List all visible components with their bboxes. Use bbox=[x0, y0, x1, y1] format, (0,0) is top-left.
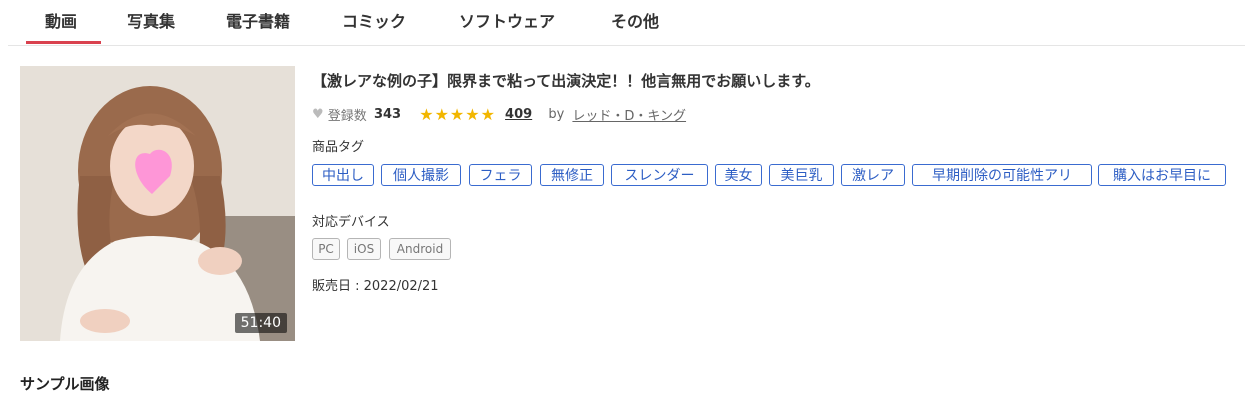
active-tab-indicator bbox=[26, 41, 101, 44]
star-icon: ★ bbox=[434, 105, 450, 124]
tags-heading: 商品タグ bbox=[312, 140, 365, 155]
tag-item[interactable]: 早期削除の可能性アリ bbox=[912, 164, 1092, 186]
device-badge-pc: PC bbox=[312, 238, 340, 260]
tag-item[interactable]: 中出し bbox=[312, 164, 374, 186]
registrations-label: 登録数 bbox=[327, 109, 367, 124]
tag-item[interactable]: 美女 bbox=[715, 164, 762, 186]
star-icon: ★ bbox=[449, 105, 466, 124]
tab-divider bbox=[8, 45, 1245, 46]
star-icon: ★ bbox=[465, 105, 481, 124]
tab-software[interactable]: ソフトウェア bbox=[459, 8, 555, 32]
tab-ebook[interactable]: 電子書籍 bbox=[226, 8, 290, 32]
review-count-link[interactable]: 409 bbox=[505, 107, 532, 122]
tab-photobook[interactable]: 写真集 bbox=[127, 8, 175, 32]
tab-video[interactable]: 動画 bbox=[45, 8, 77, 32]
category-tab-bar: 動画 写真集 電子書籍 コミック ソフトウェア その他 bbox=[0, 0, 1253, 46]
tag-list: 中出し 個人撮影 フェラ 無修正 スレンダー 美女 美巨乳 激レア 早期削除の可… bbox=[312, 164, 1247, 190]
device-badge-ios: iOS bbox=[347, 238, 381, 260]
release-date: 販売日 : 2022/02/21 bbox=[312, 279, 439, 294]
tag-item[interactable]: 購入はお早目に bbox=[1098, 164, 1226, 186]
star-icon: ★ bbox=[419, 105, 435, 124]
tag-item[interactable]: フェラ bbox=[469, 164, 532, 186]
tag-item[interactable]: 激レア bbox=[841, 164, 905, 186]
tag-item[interactable]: スレンダー bbox=[611, 164, 708, 186]
author-link[interactable]: レッド・D・キング bbox=[572, 109, 686, 124]
star-icon: ★ bbox=[480, 105, 496, 124]
thumbnail-image bbox=[20, 66, 295, 341]
product-meta-row: ♥ 登録数 343 ★★★★★ 409 by レッド・D・キング bbox=[312, 105, 686, 125]
tab-comic[interactable]: コミック bbox=[342, 8, 406, 32]
registrations-count: 343 bbox=[373, 107, 402, 122]
product-title[interactable]: 【激レアな例の子】限界まで粘って出演決定！！他言無用でお願いします。 bbox=[312, 70, 820, 91]
tag-item[interactable]: 美巨乳 bbox=[769, 164, 834, 186]
heart-icon[interactable]: ♥ bbox=[312, 107, 324, 122]
tag-item[interactable]: 個人撮影 bbox=[381, 164, 461, 186]
video-duration-badge: 51:40 bbox=[234, 313, 287, 333]
tag-item[interactable]: 無修正 bbox=[540, 164, 604, 186]
sample-images-heading: サンプル画像 bbox=[20, 375, 110, 393]
devices-heading: 対応デバイス bbox=[312, 215, 390, 230]
tab-other[interactable]: その他 bbox=[611, 8, 659, 32]
by-label: by bbox=[548, 107, 565, 122]
device-badge-android: Android bbox=[389, 238, 451, 260]
product-thumbnail[interactable]: 51:40 bbox=[20, 66, 295, 341]
rating-stars: ★★★★★ bbox=[419, 105, 502, 124]
